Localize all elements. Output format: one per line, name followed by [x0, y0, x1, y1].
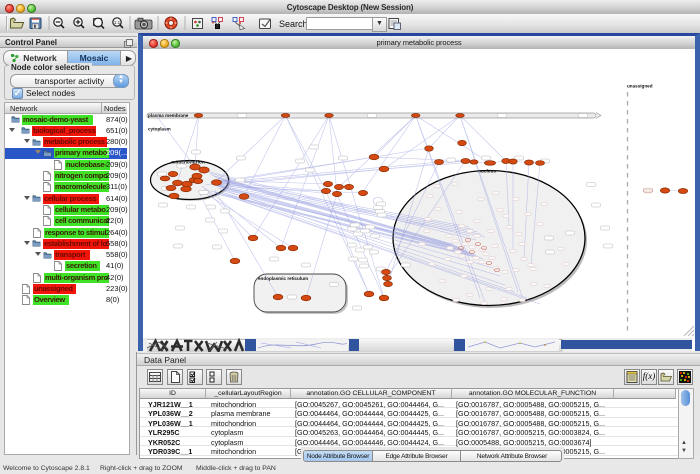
svg-text:nucleus: nucleus	[478, 169, 496, 175]
svg-text:unassigned: unassigned	[627, 84, 653, 89]
svg-text:mitochondrion: mitochondrion	[171, 160, 205, 166]
svg-text:plasma membrane: plasma membrane	[148, 113, 189, 118]
svg-text:1:1: 1:1	[114, 20, 121, 25]
svg-text:endoplasmic reticulum: endoplasmic reticulum	[258, 276, 308, 281]
